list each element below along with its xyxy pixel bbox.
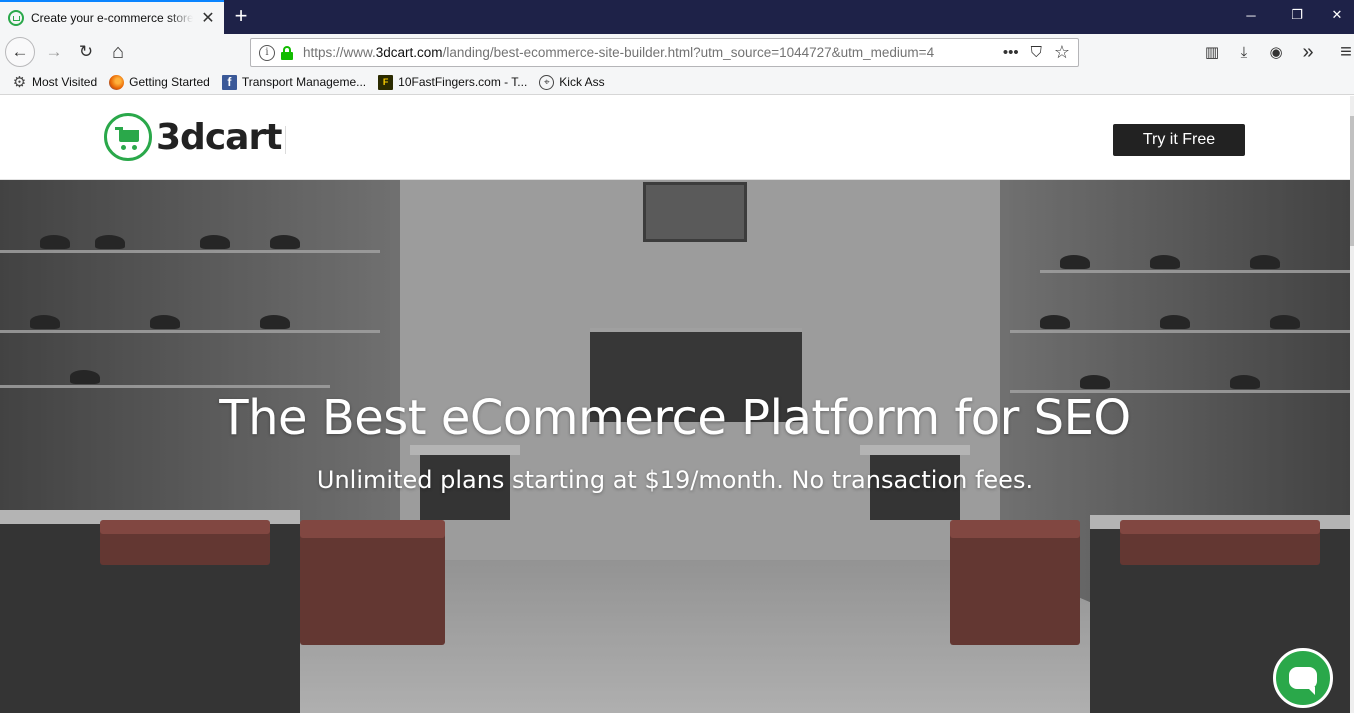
tenfastfingers-icon: F [378,74,394,90]
overflow-menu-icon[interactable]: » [1297,41,1319,63]
secure-lock-icon [281,45,293,60]
hero-banner: The Best eCommerce Platform for SEO Unli… [0,180,1350,713]
chat-bubble-icon [1289,667,1317,695]
bookmark-star-icon[interactable]: ☆ [1054,42,1070,63]
page-actions-icon[interactable]: ••• [1003,44,1019,61]
header-divider [285,126,286,154]
downloads-icon[interactable]: ⤓ [1233,42,1255,62]
browser-titlebar: Create your e-commerce store ✕ + ─ ❐ ✕ [0,0,1354,34]
web-page: 3dcart Try it Free The Best eCommerce Pl… [0,96,1354,713]
bookmarks-toolbar: ⚙ Most Visited Getting Started f Transpo… [0,70,1354,95]
tab-title: Create your e-commerce store [31,11,193,25]
url-bar[interactable]: i https://www.3dcart.com/landing/best-ec… [250,38,1079,67]
bookmark-10fastfingers[interactable]: F 10FastFingers.com - T... [378,74,527,90]
globe-icon: ⌖ [539,74,555,90]
new-tab-button[interactable]: + [230,3,252,29]
hero-subtitle: Unlimited plans starting at $19/month. N… [316,466,1034,494]
tab-close-icon[interactable]: ✕ [200,8,216,28]
restore-button[interactable]: ❐ [1274,0,1320,30]
bookmark-most-visited[interactable]: ⚙ Most Visited [12,74,97,91]
hero-title: The Best eCommerce Platform for SEO [219,390,1131,446]
forward-button[interactable]: → [40,38,68,66]
account-icon[interactable]: ◉ [1265,42,1287,62]
navigation-toolbar: ← → ↻ ⌂ i https://www.3dcart.com/landing… [0,34,1354,70]
live-chat-button[interactable] [1273,648,1333,708]
bookmark-getting-started[interactable]: Getting Started [109,74,210,90]
page-scrollbar[interactable] [1350,96,1354,713]
hero-overlay [0,180,1350,713]
bookmark-kick-ass[interactable]: ⌖ Kick Ass [539,74,605,90]
bookmark-transport-management[interactable]: f Transport Manageme... [221,74,366,90]
3dcart-logo[interactable]: 3dcart [104,113,282,161]
try-it-free-button[interactable]: Try it Free [1113,124,1245,156]
cart-favicon-icon [8,10,24,26]
site-info-icon[interactable]: i [259,44,275,61]
reload-button[interactable]: ↻ [72,38,100,66]
url-text[interactable]: https://www.3dcart.com/landing/best-ecom… [303,45,963,60]
facebook-icon: f [221,74,237,90]
cart-logo-icon [104,113,152,161]
back-button[interactable]: ← [5,37,35,67]
pocket-icon[interactable]: ⛉ [1031,44,1042,61]
firefox-icon [109,74,125,90]
hamburger-menu-icon[interactable]: ≡ [1335,41,1354,63]
home-button[interactable]: ⌂ [104,38,132,66]
active-tab[interactable]: Create your e-commerce store ✕ [0,0,224,34]
minimize-button[interactable]: ─ [1228,0,1274,30]
scrollbar-thumb[interactable] [1350,116,1354,246]
site-header: 3dcart Try it Free [0,96,1350,180]
close-window-button[interactable]: ✕ [1320,0,1354,30]
logo-text: 3dcart [156,116,282,158]
library-icon[interactable]: ▥ [1201,42,1223,62]
gear-icon: ⚙ [12,74,27,91]
